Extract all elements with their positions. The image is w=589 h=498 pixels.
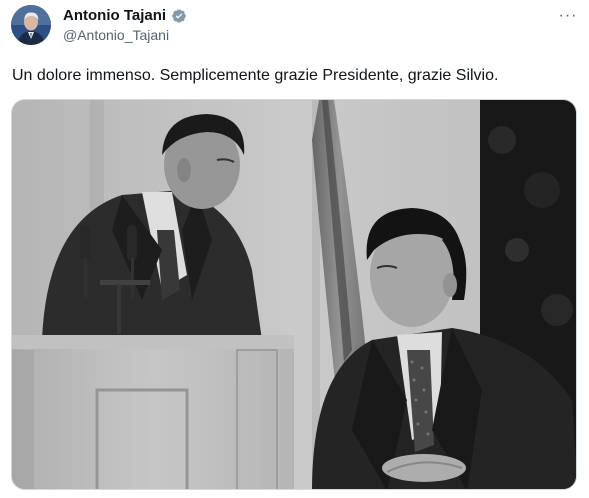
more-options-icon: ··· [558,7,578,24]
author-handle[interactable]: @Antonio_Tajani [63,27,169,44]
author-avatar[interactable] [11,5,51,45]
more-options-button[interactable]: ··· [554,6,582,26]
author-name[interactable]: Antonio Tajani [63,7,166,25]
tweet-card[interactable]: Antonio Tajani @Antonio_Tajani ··· Un do… [0,0,589,498]
tweet-text: Un dolore immenso. Semplicemente grazie … [12,67,499,84]
verified-badge-icon [172,9,186,23]
photo-image [12,100,576,489]
tweet-photo[interactable] [11,99,577,490]
